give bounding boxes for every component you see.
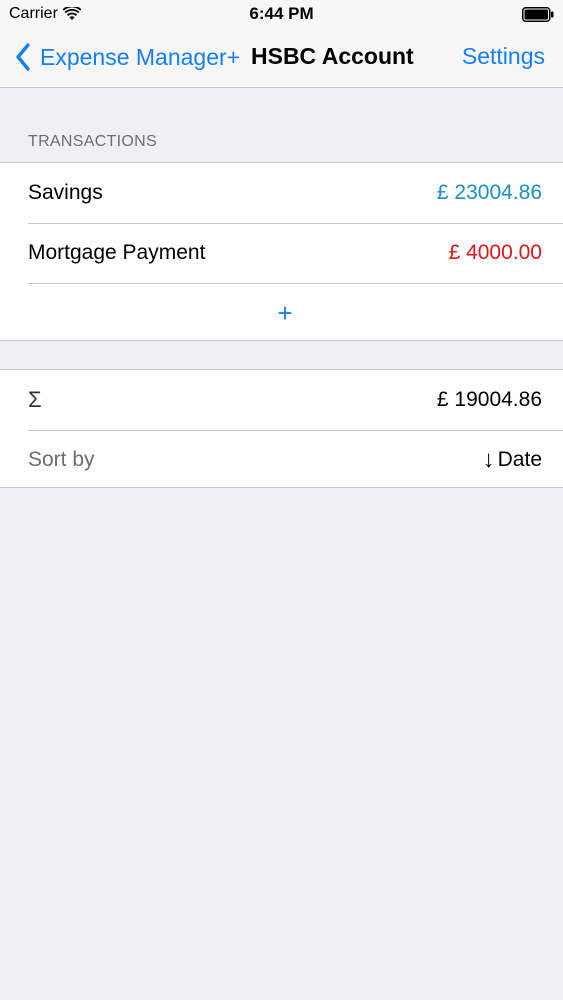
transactions-list: Savings £ 23004.86 Mortgage Payment £ 40…	[0, 162, 563, 341]
page-title: HSBC Account	[251, 43, 414, 69]
transaction-name: Savings	[28, 181, 103, 204]
sort-value-label: Date	[497, 448, 542, 471]
settings-button[interactable]: Settings	[462, 43, 545, 70]
transaction-amount: £ 4000.00	[448, 241, 542, 264]
transaction-name: Mortgage Payment	[28, 241, 206, 264]
sort-selection[interactable]: ↓ Date	[483, 446, 542, 474]
sort-by-row[interactable]: Sort by ↓ Date	[0, 430, 563, 490]
transaction-row-savings[interactable]: Savings £ 23004.86	[0, 163, 563, 223]
arrow-down-icon: ↓	[482, 446, 495, 473]
summary-list: Σ £ 19004.86 Sort by ↓ Date	[0, 369, 563, 488]
chevron-left-icon	[16, 43, 30, 71]
back-button[interactable]: Expense Manager+	[14, 42, 240, 72]
clock: 6:44 PM	[249, 4, 314, 23]
add-transaction-row[interactable]: +	[0, 283, 563, 343]
sum-value: £ 19004.86	[436, 388, 542, 411]
sort-by-label: Sort by	[28, 448, 95, 471]
back-button-label: Expense Manager+	[40, 43, 241, 70]
battery-icon	[522, 7, 554, 22]
transaction-amount: £ 23004.86	[436, 181, 542, 204]
sum-symbol: Σ	[28, 387, 42, 412]
transaction-row-mortgage-payment[interactable]: Mortgage Payment £ 4000.00	[0, 223, 563, 283]
navigation-bar: Expense Manager+ HSBC Account Settings	[0, 30, 563, 88]
sum-row: Σ £ 19004.86	[0, 370, 563, 430]
status-bar: Carrier 6:44 PM	[0, 0, 563, 30]
add-transaction-button[interactable]: +	[277, 300, 292, 326]
transactions-section-header: TRANSACTIONS	[28, 133, 157, 150]
